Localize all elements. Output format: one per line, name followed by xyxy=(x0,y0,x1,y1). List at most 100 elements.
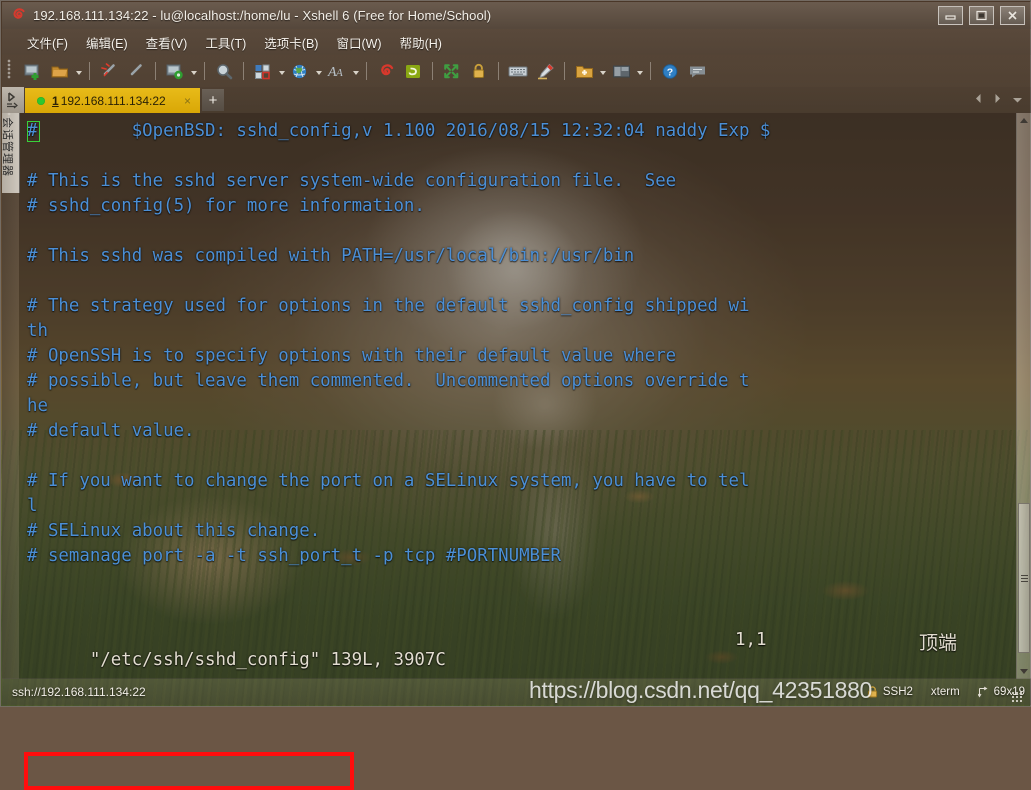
search-icon[interactable] xyxy=(211,59,237,83)
fullscreen-icon[interactable] xyxy=(439,59,465,83)
vim-scroll-state: 顶端 xyxy=(919,628,957,655)
title-bar[interactable]: 192.168.111.134:22 - lu@localhost:/home/… xyxy=(2,2,1031,29)
terminal-line: # SELinux about this change. xyxy=(27,519,1017,544)
terminal-line: # OpenSSH is to specify options with the… xyxy=(27,344,1017,369)
session-properties-dropdown[interactable] xyxy=(189,59,198,83)
terminal-line: # sshd_config(5) for more information. xyxy=(27,194,1017,219)
vim-cursor-position: 1,1 xyxy=(735,630,766,650)
svg-text:?: ? xyxy=(666,66,672,78)
terminal-line xyxy=(27,219,1017,244)
session-manager-side-tab[interactable]: 会话管理器 xyxy=(2,113,20,193)
open-session-dropdown[interactable] xyxy=(74,59,83,83)
toolbar: A A xyxy=(2,55,1031,87)
vim-status-line: "/etc/ssh/sshd_config" 139L, 3907C 1,1 顶… xyxy=(19,630,1017,658)
terminal-area: 会话管理器 # $OpenBSD: sshd_config,v 1.100 20… xyxy=(2,113,1031,679)
xftp-icon[interactable] xyxy=(400,59,426,83)
menu-file[interactable]: 文件(F) xyxy=(18,30,77,55)
font-icon[interactable]: A A xyxy=(324,59,350,83)
session-manager-label: 会话管理器 xyxy=(0,117,16,177)
terminal-line: # The strategy used for options in the d… xyxy=(27,294,1017,319)
terminal-scrollbar[interactable] xyxy=(1016,113,1031,679)
disconnect-icon[interactable] xyxy=(96,59,122,83)
menu-tools[interactable]: 工具(T) xyxy=(196,30,255,55)
session-properties-icon[interactable] xyxy=(162,59,188,83)
tab-close-icon[interactable]: × xyxy=(181,94,194,108)
font-dropdown[interactable] xyxy=(351,59,360,83)
tab-list-dropdown-icon[interactable] xyxy=(1012,91,1023,109)
terminal-line: # This sshd was compiled with PATH=/usr/… xyxy=(27,244,1017,269)
tab-navigation xyxy=(974,87,1023,113)
layout-icon[interactable] xyxy=(250,59,276,83)
terminal-line: l xyxy=(27,494,1017,519)
keyboard-icon[interactable] xyxy=(505,59,531,83)
terminal-line: # semanage port -a -t ssh_port_t -p tcp … xyxy=(27,544,1017,569)
help-icon[interactable]: ? xyxy=(657,59,683,83)
menu-help[interactable]: 帮助(H) xyxy=(391,30,451,55)
toolbar-separator xyxy=(650,62,651,80)
minimize-button[interactable] xyxy=(938,6,963,25)
tab-bar: 1 192.168.111.134:22 × + xyxy=(2,87,1031,113)
globe-dropdown[interactable] xyxy=(314,59,323,83)
lock-icon[interactable] xyxy=(466,59,492,83)
session-manager-toggle-button[interactable] xyxy=(2,87,24,113)
toolbar-separator xyxy=(243,62,244,80)
menu-edit[interactable]: 编辑(E) xyxy=(77,30,137,55)
toolbar-separator xyxy=(498,62,499,80)
toolbar-separator xyxy=(432,62,433,80)
new-folder-dropdown[interactable] xyxy=(598,59,607,83)
new-session-icon[interactable] xyxy=(20,59,46,83)
globe-icon[interactable] xyxy=(287,59,313,83)
terminal-screen[interactable]: # $OpenBSD: sshd_config,v 1.100 2016/08/… xyxy=(19,113,1017,679)
xshell-icon[interactable] xyxy=(373,59,399,83)
menu-view[interactable]: 查看(V) xyxy=(137,30,197,55)
scroll-up-icon[interactable] xyxy=(1017,113,1031,128)
tab-label: 192.168.111.134:22 xyxy=(61,94,166,108)
window-title: 192.168.111.134:22 - lu@localhost:/home/… xyxy=(33,8,491,23)
scroll-down-icon[interactable] xyxy=(1017,664,1031,679)
side-panel-strip xyxy=(2,193,19,679)
toolbar-separator xyxy=(89,62,90,80)
tab-scroll-right-icon[interactable] xyxy=(993,91,1002,109)
terminal-cursor xyxy=(27,121,40,142)
layout-dropdown[interactable] xyxy=(277,59,286,83)
vim-file-info: 139L, 3907C xyxy=(331,650,446,670)
vim-file-info-spacer xyxy=(320,650,330,670)
menu-tabs[interactable]: 选项卡(B) xyxy=(255,30,327,55)
reconnect-icon[interactable] xyxy=(123,59,149,83)
terminal-line xyxy=(27,444,1017,469)
xshell-window: 192.168.111.134:22 - lu@localhost:/home/… xyxy=(0,0,1031,707)
terminal-line: # default value. xyxy=(27,419,1017,444)
tab-192-168-111-134[interactable]: 1 192.168.111.134:22 × xyxy=(25,88,200,113)
status-bar: ssh://192.168.111.134:22 SSH2 xterm 69x1… xyxy=(2,678,1031,705)
terminal-line: he xyxy=(27,394,1017,419)
highlight-icon[interactable] xyxy=(532,59,558,83)
terminal-line: # This is the sshd server system-wide co… xyxy=(27,169,1017,194)
menu-window[interactable]: 窗口(W) xyxy=(327,30,390,55)
scrollbar-thumb[interactable] xyxy=(1018,503,1030,653)
close-button[interactable] xyxy=(1000,6,1025,25)
terminal-line: th xyxy=(27,319,1017,344)
arrange-icon[interactable] xyxy=(608,59,634,83)
tab-scroll-left-icon[interactable] xyxy=(974,91,983,109)
tab-index: 1 xyxy=(52,94,59,108)
open-session-icon[interactable] xyxy=(47,59,73,83)
resize-icon xyxy=(978,686,989,698)
new-tab-button[interactable]: + xyxy=(202,89,224,111)
csdn-watermark: https://blog.csdn.net/qq_42351880 xyxy=(529,677,872,704)
feedback-icon[interactable] xyxy=(684,59,710,83)
window-controls xyxy=(938,6,1025,25)
window-resize-grip[interactable] xyxy=(1011,691,1023,703)
xshell-logo-icon xyxy=(10,8,26,24)
terminal-line: # $OpenBSD: sshd_config,v 1.100 2016/08/… xyxy=(27,119,1017,144)
maximize-button[interactable] xyxy=(969,6,994,25)
terminal-line: # possible, but leave them commented. Un… xyxy=(27,369,1017,394)
status-connection-url: ssh://192.168.111.134:22 xyxy=(12,685,146,699)
menu-bar: 文件(F) 编辑(E) 查看(V) 工具(T) 选项卡(B) 窗口(W) 帮助(… xyxy=(2,29,1031,55)
toolbar-separator xyxy=(155,62,156,80)
terminal-line: # If you want to change the port on a SE… xyxy=(27,469,1017,494)
arrange-dropdown[interactable] xyxy=(635,59,644,83)
toolbar-separator xyxy=(564,62,565,80)
status-right-group: SSH2 xterm 69x19 xyxy=(867,678,1025,705)
status-protocol-cell: SSH2 xyxy=(867,686,913,698)
new-folder-icon[interactable] xyxy=(571,59,597,83)
